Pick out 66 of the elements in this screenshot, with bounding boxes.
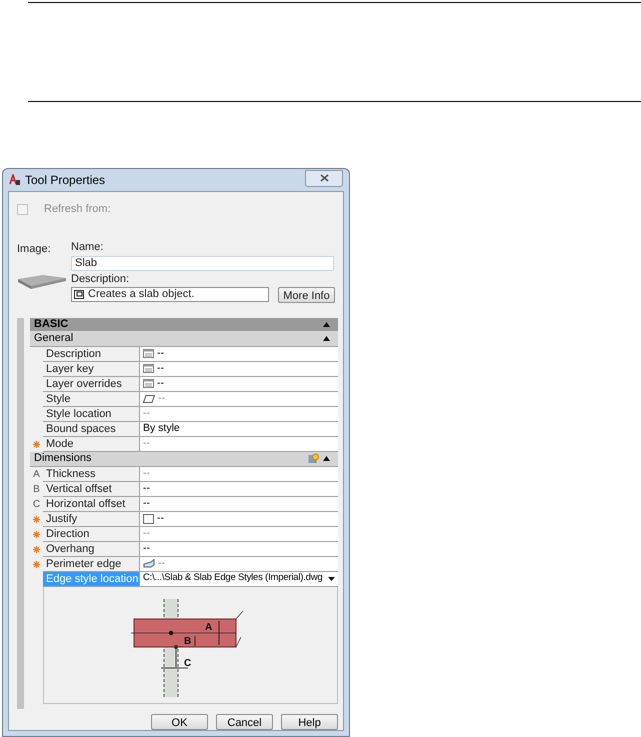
property-value[interactable]: -- [140, 376, 338, 392]
image-label: Image: [17, 242, 52, 256]
name-label: Name: [71, 240, 104, 254]
square-icon [143, 514, 154, 524]
window-title: Tool Properties [25, 172, 106, 189]
description-field[interactable]: Creates a slab object. [71, 287, 269, 302]
property-label[interactable]: Description [43, 346, 140, 362]
dimension-letter: A [204, 622, 212, 632]
property-value[interactable]: -- [140, 482, 338, 496]
property-label[interactable]: Mode [43, 436, 140, 452]
collapse-icon[interactable] [323, 336, 330, 341]
scrollbar[interactable] [17, 318, 24, 708]
app-logo-icon [9, 174, 21, 186]
section-title: Dimensions [34, 451, 92, 466]
property-value[interactable]: -- [140, 362, 338, 376]
property-label[interactable]: Bound spaces [43, 422, 140, 436]
property-label[interactable]: Style [43, 392, 140, 406]
path-dropdown[interactable]: C:\...\Slab & Slab Edge Styles (Imperial).dwg [140, 572, 338, 586]
slab-edge-icon [143, 559, 155, 568]
property-label[interactable]: Perimeter edge [43, 556, 140, 572]
name-field[interactable]: Slab [71, 256, 334, 270]
dimension-letter: B [184, 636, 191, 646]
category-title: BASIC [34, 316, 68, 332]
dialog-button[interactable]: OK [151, 714, 208, 730]
asterisk-icon [33, 440, 40, 448]
parallelogram-icon [143, 394, 155, 402]
property-label[interactable]: Style location [43, 406, 140, 422]
property-value[interactable]: -- [140, 542, 338, 556]
collapse-icon[interactable] [323, 322, 330, 326]
dialog-button[interactable]: Help [281, 714, 338, 730]
more-info-button[interactable]: More Info [278, 286, 335, 302]
property-label[interactable]: Direction [43, 526, 140, 542]
table-icon [143, 349, 154, 358]
dimension-letter: C [184, 658, 191, 668]
asterisk-icon [33, 516, 40, 522]
asterisk-icon [33, 560, 40, 568]
window-icon [74, 290, 84, 299]
table-icon [143, 379, 154, 388]
property-value[interactable]: -- [140, 346, 338, 362]
property-label[interactable]: Layer overrides [43, 376, 140, 392]
section-title: General [34, 331, 74, 346]
close-button[interactable] [305, 170, 343, 186]
section-header[interactable]: General [30, 332, 338, 346]
table-icon [143, 364, 154, 373]
dialog-button[interactable]: Cancel [216, 714, 273, 730]
property-label[interactable]: Thickness [43, 466, 140, 482]
property-label[interactable]: Layer key [43, 362, 140, 376]
collapse-icon[interactable] [323, 456, 330, 461]
property-label[interactable]: Vertical offset [43, 482, 140, 496]
caret-icon [328, 576, 335, 580]
property-value[interactable]: -- [140, 496, 338, 512]
category-header[interactable]: BASIC [30, 318, 338, 332]
property-label[interactable]: Overhang [43, 542, 140, 556]
close-icon [320, 174, 328, 182]
property-value[interactable]: By style [140, 422, 338, 436]
property-value[interactable]: -- [140, 512, 338, 526]
description-label: Description: [71, 272, 130, 286]
dimension-letter: A [33, 468, 40, 482]
property-label[interactable]: Horizontal offset [43, 496, 140, 512]
dimension-letter: B [33, 482, 40, 496]
asterisk-icon [33, 546, 40, 552]
dimension-letter: C [32, 498, 40, 512]
asterisk-icon [33, 530, 40, 538]
refresh-label: Refresh from: [44, 202, 111, 217]
property-label[interactable]: Justify [43, 512, 140, 526]
section-header[interactable]: Dimensions [30, 452, 338, 466]
